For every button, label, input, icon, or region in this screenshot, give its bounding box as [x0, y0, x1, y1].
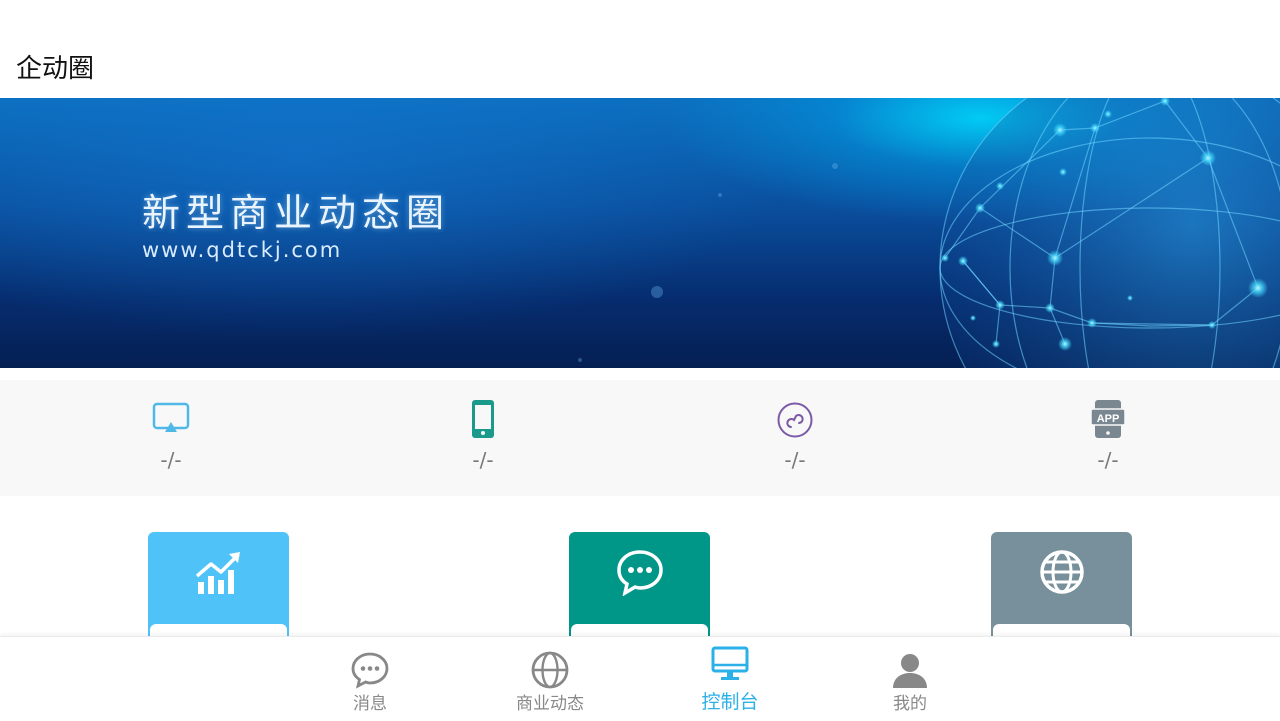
banner-title: 新型商业动态圈 — [142, 191, 451, 235]
tile-messages[interactable] — [569, 532, 710, 636]
stat-mini-program[interactable]: -/- — [735, 380, 855, 496]
page-title: 企动圈 — [16, 54, 95, 84]
svg-text:APP: APP — [1097, 413, 1120, 425]
stat-value: -/- — [1097, 448, 1119, 472]
stat-app[interactable]: APP -/- — [1048, 380, 1168, 496]
tab-console[interactable]: 控制台 — [670, 637, 790, 721]
stat-value: -/- — [472, 448, 494, 472]
mobile-phone-icon — [463, 398, 503, 442]
tab-messages[interactable]: 消息 — [310, 637, 430, 721]
banner-url: www.qdtckj.com — [142, 238, 343, 262]
mini-program-link-icon — [775, 398, 815, 442]
app-icon: APP — [1088, 398, 1128, 442]
globe-icon — [1036, 548, 1088, 596]
stat-mobile[interactable]: -/- — [423, 380, 543, 496]
monitor-icon — [151, 398, 191, 442]
tile-analytics[interactable] — [148, 532, 289, 636]
trending-chart-icon — [193, 548, 245, 596]
tab-label: 消息 — [353, 694, 387, 714]
tab-label: 商业动态 — [516, 694, 584, 714]
tab-profile[interactable]: 我的 — [850, 637, 970, 721]
stats-panel: -/- -/- -/- APP -/- — [0, 380, 1280, 496]
stat-value: -/- — [160, 448, 182, 472]
app-header: 企动圈 — [0, 0, 1280, 98]
tile-business[interactable] — [991, 532, 1132, 636]
desktop-icon — [711, 645, 749, 683]
tab-label: 我的 — [893, 694, 927, 714]
user-icon — [891, 651, 929, 689]
tab-label: 控制台 — [701, 691, 759, 713]
stat-pc[interactable]: -/- — [111, 380, 231, 496]
stat-value: -/- — [784, 448, 806, 472]
message-icon — [351, 651, 389, 689]
bottom-tab-bar: 消息 商业动态 控制台 我的 — [0, 636, 1280, 721]
chat-bubble-icon — [614, 548, 666, 597]
feature-tiles — [0, 496, 1280, 636]
tab-business-news[interactable]: 商业动态 — [490, 637, 610, 721]
globe-icon — [531, 651, 569, 689]
banner[interactable]: 新型商业动态圈 www.qdtckj.com — [0, 98, 1280, 368]
